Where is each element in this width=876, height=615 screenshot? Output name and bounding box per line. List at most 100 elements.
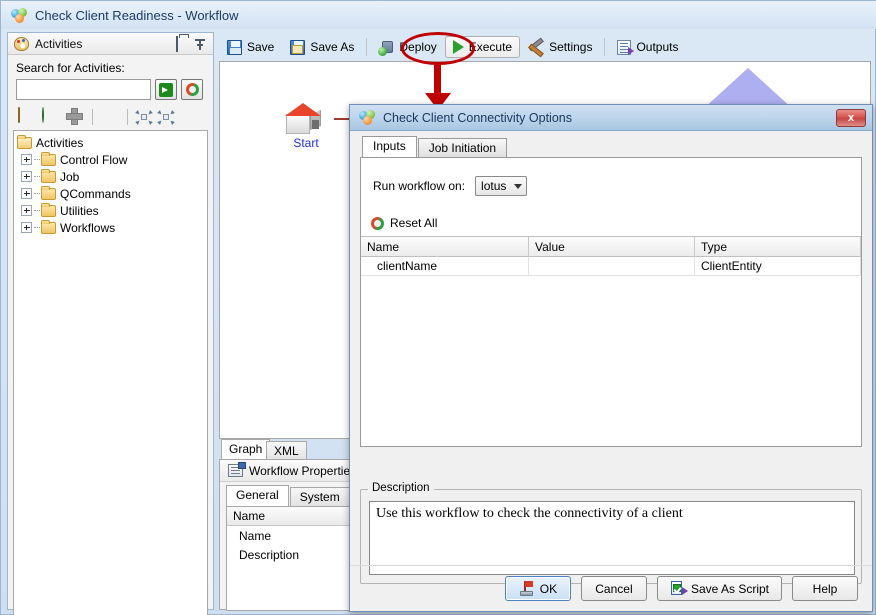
save-as-button-label: Save As (310, 40, 354, 54)
tab-inputs[interactable]: Inputs (362, 136, 417, 157)
run-workflow-on-label: Run workflow on: (373, 179, 465, 193)
cancel-button-label: Cancel (595, 582, 632, 596)
ok-stamp-icon (519, 582, 534, 596)
expand-icon[interactable] (21, 188, 32, 199)
spheres-icon (359, 110, 376, 125)
description-legend: Description (368, 482, 434, 494)
run-workflow-on-row: Run workflow on: lotus (361, 158, 861, 196)
restore-window-icon[interactable] (174, 37, 188, 51)
main-toolbar: Save Save As Deploy Execute Settings (219, 34, 871, 60)
deploy-button[interactable]: Deploy (371, 36, 444, 59)
folder-icon (41, 205, 56, 217)
outputs-button-label: Outputs (636, 40, 678, 54)
toolstrip-divider (92, 109, 93, 125)
expand-icon[interactable] (21, 171, 32, 182)
plus-icon[interactable] (66, 108, 84, 125)
connectivity-options-dialog: Check Client Connectivity Options x Inpu… (349, 104, 873, 612)
tab-general[interactable]: General (226, 485, 289, 506)
search-reset-button[interactable] (181, 79, 203, 100)
tab-graph[interactable]: Graph (221, 439, 270, 459)
palette-icon (14, 37, 29, 51)
column-header-value[interactable]: Value (529, 237, 695, 257)
inputs-grid[interactable]: Name Value Type clientName ClientEntity (361, 236, 861, 276)
reset-refresh-icon (371, 217, 384, 230)
reset-refresh-icon (186, 83, 199, 96)
table-row[interactable]: clientName ClientEntity (361, 257, 861, 276)
tree-item-job[interactable]: Job (17, 168, 207, 185)
folder-icon (41, 222, 56, 234)
tree-item-label: QCommands (60, 187, 131, 201)
tree-item-utilities[interactable]: Utilities (17, 202, 207, 219)
play-icon (453, 40, 464, 54)
properties-row-label: Name (239, 529, 271, 543)
cancel-button[interactable]: Cancel (581, 576, 647, 601)
tab-xml[interactable]: XML (266, 441, 307, 459)
reset-all-button[interactable]: Reset All (361, 196, 861, 236)
folder-icon (41, 154, 56, 166)
column-header-type[interactable]: Type (695, 237, 861, 257)
run-workflow-on-select[interactable]: lotus (475, 176, 527, 196)
inputs-panel: Run workflow on: lotus Reset All Name (360, 157, 862, 447)
help-button-label: Help (813, 582, 838, 596)
toolbar-divider (366, 38, 367, 56)
box-icon[interactable] (18, 108, 36, 125)
workflow-properties-title: Workflow Properties (249, 464, 356, 478)
close-icon[interactable]: x (836, 109, 866, 127)
expand-icon[interactable] (21, 154, 32, 165)
globe-icon[interactable] (42, 108, 60, 125)
description-text: Use this workflow to check the connectiv… (369, 501, 855, 575)
save-as-button[interactable]: Save As (282, 36, 362, 59)
tree-root-label: Activities (36, 136, 83, 150)
settings-button[interactable]: Settings (520, 36, 600, 59)
window-title-bar: Check Client Readiness - Workflow (1, 1, 876, 29)
cell-value[interactable] (529, 257, 695, 276)
reset-all-label: Reset All (390, 216, 437, 230)
pin-icon[interactable] (194, 37, 208, 51)
save-button[interactable]: Save (219, 36, 282, 59)
folder-icon (41, 188, 56, 200)
chevron-down-icon (514, 184, 522, 189)
execute-button[interactable]: Execute (445, 36, 520, 58)
search-label: Search for Activities: (16, 61, 205, 75)
expand-icon[interactable] (21, 205, 32, 216)
activities-tree[interactable]: Activities Control Flow Job QCommands (13, 130, 208, 615)
column-header-name[interactable]: Name (361, 237, 529, 257)
tab-xml-label: XML (274, 444, 299, 458)
expand-all-icon[interactable] (158, 110, 174, 125)
collapse-all-icon[interactable] (136, 110, 152, 125)
execute-button-label: Execute (469, 40, 512, 54)
folder-icon (41, 171, 56, 183)
spheres-icon (11, 8, 28, 23)
save-as-script-button[interactable]: Save As Script (657, 576, 782, 601)
tab-system[interactable]: System (290, 487, 350, 506)
dialog-tab-strip: Inputs Job Initiation (350, 136, 872, 157)
tree-root-activities[interactable]: Activities (17, 134, 207, 151)
tree-item-workflows[interactable]: Workflows (17, 219, 207, 236)
deploy-icon (379, 40, 394, 55)
ok-button[interactable]: OK (505, 576, 571, 601)
start-node[interactable]: Start (278, 92, 334, 152)
search-go-button[interactable] (155, 79, 177, 100)
tree-item-label: Utilities (60, 204, 99, 218)
deploy-button-label: Deploy (399, 40, 436, 54)
refresh-icon[interactable] (101, 108, 119, 125)
folder-open-icon (17, 137, 32, 149)
cell-name: clientName (361, 257, 529, 276)
tab-general-label: General (236, 488, 279, 502)
search-input[interactable] (16, 79, 151, 100)
save-button-label: Save (247, 40, 274, 54)
tree-item-qcommands[interactable]: QCommands (17, 185, 207, 202)
ok-button-label: OK (540, 582, 557, 596)
window-title-text: Check Client Readiness - Workflow (35, 8, 239, 23)
script-icon (670, 581, 685, 596)
outputs-button[interactable]: Outputs (609, 36, 686, 59)
help-button[interactable]: Help (792, 576, 858, 601)
dialog-body: Inputs Job Initiation Run workflow on: l… (350, 131, 872, 611)
tab-inputs-label: Inputs (373, 139, 406, 153)
tree-item-control-flow[interactable]: Control Flow (17, 151, 207, 168)
tab-job-initiation[interactable]: Job Initiation (418, 138, 507, 157)
expand-icon[interactable] (21, 222, 32, 233)
main-window-frame: Check Client Readiness - Workflow Activi… (0, 0, 876, 615)
tree-item-label: Control Flow (60, 153, 127, 167)
activities-panel: Activities Search for Activities: (7, 32, 214, 610)
